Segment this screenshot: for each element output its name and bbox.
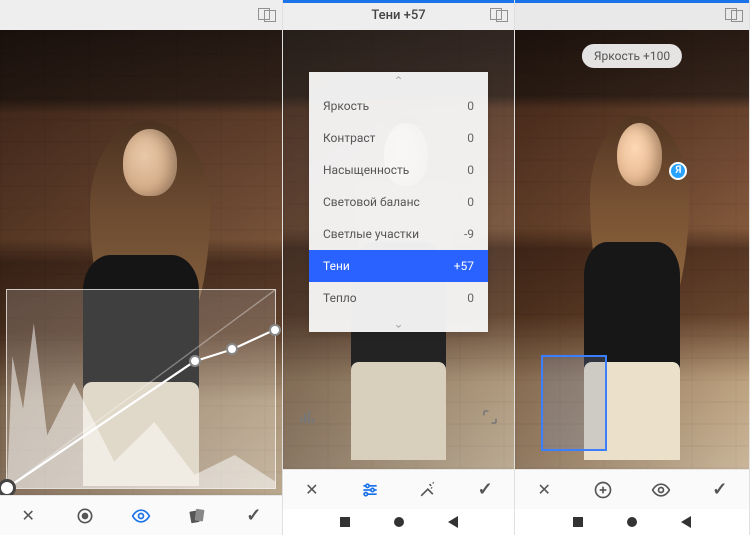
back-button[interactable] [681, 516, 691, 528]
compare-icon[interactable] [258, 8, 276, 22]
home-button[interactable] [394, 517, 404, 527]
selection-marquee[interactable] [541, 355, 607, 451]
tune-label: Контраст [323, 131, 375, 145]
close-button[interactable] [12, 500, 44, 532]
curve-handle-mid2[interactable] [226, 343, 238, 355]
curve-handle-mid[interactable] [189, 355, 201, 367]
tune-label: Тени [323, 259, 350, 273]
add-point-button[interactable] [587, 474, 619, 506]
tune-value: 0 [467, 195, 474, 209]
apply-button[interactable] [469, 474, 501, 506]
tune-label: Яркость [323, 99, 369, 113]
tune-label: Светлые участки [323, 227, 419, 241]
close-button[interactable] [528, 474, 560, 506]
topbar [0, 0, 282, 30]
tune-value: -9 [464, 227, 474, 241]
close-button[interactable] [296, 474, 328, 506]
tune-menu: ⌃ Яркость 0 Контраст 0 Насыщенность 0 Св… [309, 72, 488, 332]
tune-value: 0 [467, 163, 474, 177]
expand-button[interactable] [474, 401, 506, 433]
bottom-toolbar [283, 469, 514, 509]
compare-icon[interactable] [490, 8, 508, 22]
tune-row-saturation[interactable]: Насыщенность 0 [309, 154, 488, 186]
histogram-button[interactable] [291, 401, 323, 433]
styles-button[interactable] [181, 500, 213, 532]
tune-value: 0 [467, 99, 474, 113]
curve-line [7, 290, 275, 488]
tune-label: Световой баланс [323, 195, 420, 209]
sliders-button[interactable] [354, 474, 386, 506]
tune-row-contrast[interactable]: Контраст 0 [309, 122, 488, 154]
pill-text: Яркость +100 [594, 49, 670, 63]
tune-row-shadows[interactable]: Тени +57 [309, 250, 488, 282]
tune-value: 0 [467, 291, 474, 305]
topbar: Тени +57 [283, 0, 514, 30]
tune-row-ambiance[interactable]: Световой баланс 0 [309, 186, 488, 218]
android-navbar [515, 509, 749, 535]
recent-apps-button[interactable] [340, 517, 350, 527]
caret-down-icon[interactable]: ⌃ [309, 314, 488, 332]
compare-icon[interactable] [725, 8, 743, 22]
view-points-button[interactable] [645, 474, 677, 506]
bottom-toolbar [0, 495, 282, 535]
tune-value: +57 [454, 259, 474, 273]
luminance-channel-button[interactable] [69, 500, 101, 532]
tune-title: Тени +57 [371, 8, 425, 23]
topbar [515, 0, 749, 30]
auto-button[interactable] [411, 474, 443, 506]
apply-button[interactable] [238, 500, 270, 532]
apply-button[interactable] [704, 474, 736, 506]
bottom-toolbar [515, 469, 749, 509]
curve-editor[interactable] [6, 289, 276, 489]
control-point-label: Я [675, 165, 681, 176]
selective-panel: Яркость +100 Я [515, 0, 750, 535]
photo-area[interactable]: ⌃ Яркость 0 Контраст 0 Насыщенность 0 Св… [283, 30, 514, 469]
recent-apps-button[interactable] [573, 517, 583, 527]
adjust-pill: Яркость +100 [582, 44, 682, 68]
photo-area[interactable]: Яркость +100 Я [515, 30, 749, 469]
tune-row-highlights[interactable]: Светлые участки -9 [309, 218, 488, 250]
curves-panel [0, 0, 283, 535]
tune-value: 0 [467, 131, 474, 145]
tune-label: Тепло [323, 291, 357, 305]
tune-panel: Тени +57 ⌃ Яркость 0 Контраст 0 Насыщенн… [283, 0, 515, 535]
home-button[interactable] [627, 517, 637, 527]
android-navbar [283, 509, 514, 535]
curve-handle-start[interactable] [0, 479, 16, 495]
curve-handle-end[interactable] [269, 324, 281, 336]
tune-row-warmth[interactable]: Тепло 0 [309, 282, 488, 314]
tune-row-brightness[interactable]: Яркость 0 [309, 90, 488, 122]
photo-area[interactable] [0, 30, 282, 495]
tune-label: Насыщенность [323, 163, 409, 177]
back-button[interactable] [448, 516, 458, 528]
caret-up-icon[interactable]: ⌃ [309, 72, 488, 90]
eye-channel-button[interactable] [125, 500, 157, 532]
